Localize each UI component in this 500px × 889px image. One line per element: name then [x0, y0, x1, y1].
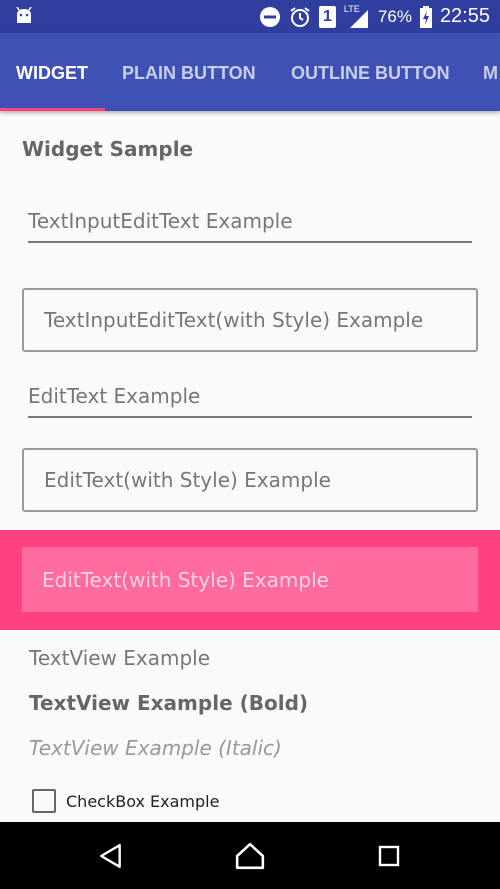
battery-charging-icon	[419, 5, 432, 28]
navigation-bar	[0, 822, 500, 889]
back-icon	[100, 843, 121, 868]
clock: 22:55	[439, 5, 490, 27]
text-view-bold: TextView Example (Bold)	[29, 691, 309, 715]
text-input-edit-text-styled-field[interactable]	[22, 288, 478, 352]
recents-icon	[378, 845, 400, 866]
android-icon	[16, 7, 32, 23]
signal-icon: LTE	[344, 4, 370, 28]
text-view-italic: TextView Example (Italic)	[29, 736, 282, 760]
accent-band	[0, 530, 500, 630]
battery-percent: 76%	[377, 6, 412, 26]
text-input-edit-text-field[interactable]	[28, 201, 472, 243]
edit-text-field[interactable]	[28, 376, 472, 418]
edit-text-accent-field[interactable]	[22, 547, 478, 612]
tab-plain-button[interactable]: PLAIN BUTTON	[122, 33, 256, 111]
home-icon	[235, 842, 265, 869]
tab-bar: WIDGET PLAIN BUTTON OUTLINE BUTTON M	[0, 33, 500, 111]
checkbox[interactable]	[32, 789, 56, 813]
tab-widget[interactable]: WIDGET	[16, 33, 88, 111]
status-bar: 1 LTE 76% 22:55	[0, 0, 500, 33]
section-title: Widget Sample	[22, 137, 194, 161]
do-not-disturb-icon	[259, 6, 280, 27]
tab-outline-button[interactable]: OUTLINE BUTTON	[291, 33, 450, 111]
sim-icon: 1	[318, 5, 336, 28]
text-view: TextView Example	[29, 646, 211, 670]
alarm-icon	[290, 6, 310, 27]
widget-sample-content[interactable]: Widget Sample TextView Example TextView …	[0, 111, 500, 822]
edit-text-styled-field[interactable]	[22, 448, 478, 512]
recents-button[interactable]	[359, 822, 419, 889]
tab-more[interactable]: M	[483, 33, 498, 111]
home-button[interactable]	[220, 822, 280, 889]
checkbox-row[interactable]: CheckBox Example	[32, 788, 219, 814]
back-button[interactable]	[81, 822, 141, 889]
checkbox-label[interactable]: CheckBox Example	[66, 792, 219, 811]
